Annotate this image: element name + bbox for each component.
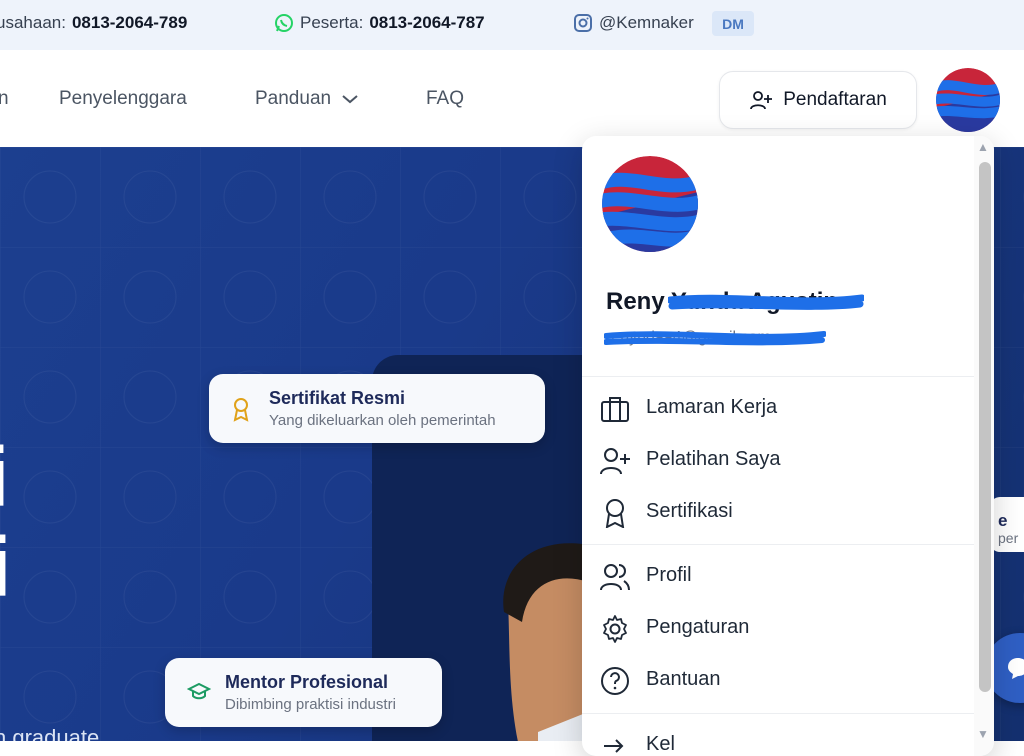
hero-subtitle-partial: h graduate bbox=[0, 725, 100, 741]
feature-card-partial-title: e bbox=[998, 511, 1008, 530]
feature-card-title: Sertifikat Resmi bbox=[269, 388, 406, 408]
feature-card-certificate: Sertifikat Resmi Yang dikeluarkan oleh p… bbox=[209, 374, 545, 443]
briefcase-icon bbox=[600, 394, 630, 424]
scroll-down-arrow-icon[interactable]: ▼ bbox=[977, 727, 989, 741]
nav-link-panduan-label: Panduan bbox=[255, 88, 332, 109]
menu-item-pelatihan-saya[interactable]: Pelatihan Saya bbox=[582, 435, 974, 485]
register-button-label: Pendaftaran bbox=[783, 89, 887, 110]
dm-badge[interactable]: DM bbox=[712, 11, 754, 36]
user-menu-dropdown: Reny Yunda Agustin renyndaa4@gmail.com L… bbox=[582, 136, 994, 756]
menu-item-label: Profil bbox=[646, 564, 692, 586]
chat-icon bbox=[1005, 655, 1024, 681]
menu-item-label: Pelatihan Saya bbox=[646, 448, 781, 470]
participant-phone-prefix: Peserta: bbox=[300, 13, 364, 32]
award-icon bbox=[231, 396, 251, 422]
menu-divider bbox=[582, 544, 974, 545]
email-redaction-scribble bbox=[604, 331, 826, 346]
contact-bar: usahaan: 0813-2064-789 Peserta: 0813-206… bbox=[0, 0, 1024, 51]
logout-arrow-icon bbox=[600, 731, 630, 756]
user-menu-avatar bbox=[602, 156, 698, 252]
whatsapp-icon bbox=[274, 13, 294, 33]
chevron-down-icon bbox=[341, 93, 359, 105]
name-redaction-scribble bbox=[668, 294, 864, 310]
person-photo bbox=[503, 543, 588, 741]
participant-phone[interactable]: Peserta: 0813-2064-787 bbox=[274, 13, 485, 33]
menu-item-label: Sertifikasi bbox=[646, 500, 733, 522]
feature-card-subtitle: Yang dikeluarkan oleh pemerintah bbox=[269, 412, 496, 429]
menu-item-profil[interactable]: Profil bbox=[582, 551, 974, 601]
instagram-icon bbox=[573, 13, 593, 33]
feature-card-partial-subtitle: per bbox=[998, 530, 1019, 546]
menu-item-pengaturan[interactable]: Pengaturan bbox=[582, 603, 974, 653]
award-icon bbox=[600, 498, 630, 528]
nav-link-faq[interactable]: FAQ bbox=[426, 88, 464, 110]
nav-link-partial[interactable]: n bbox=[0, 88, 9, 110]
instagram-link[interactable]: @Kemnaker bbox=[573, 13, 694, 33]
company-phone[interactable]: usahaan: 0813-2064-789 bbox=[0, 13, 187, 33]
gear-icon bbox=[600, 614, 630, 644]
user-plus-icon bbox=[600, 446, 630, 476]
company-phone-number: 0813-2064-789 bbox=[71, 13, 188, 32]
feature-card-title: Mentor Profesional bbox=[225, 672, 389, 692]
menu-divider bbox=[582, 713, 974, 714]
feature-card-subtitle: Dibimbing praktisi industri bbox=[225, 696, 396, 713]
menu-item-bantuan[interactable]: Bantuan bbox=[582, 655, 974, 705]
nav-link-penyelenggara[interactable]: Penyelenggara bbox=[59, 88, 187, 110]
menu-divider bbox=[582, 376, 974, 377]
menu-item-logout[interactable]: Kel bbox=[582, 720, 974, 756]
menu-item-sertifikasi[interactable]: Sertifikasi bbox=[582, 487, 974, 537]
menu-item-label: Pengaturan bbox=[646, 616, 750, 638]
company-phone-prefix: usahaan: bbox=[0, 13, 66, 32]
menu-item-lamaran-kerja[interactable]: Lamaran Kerja bbox=[582, 383, 974, 433]
menu-scrollbar-thumb[interactable] bbox=[979, 162, 991, 692]
menu-item-label: Kel bbox=[646, 733, 675, 755]
feature-card-partial: e per bbox=[990, 497, 1024, 552]
hero-headline-glyph-2: i bbox=[0, 519, 11, 616]
participant-phone-number: 0813-2064-787 bbox=[369, 13, 485, 32]
feature-card-mentor: Mentor Profesional Dibimbing praktisi in… bbox=[165, 658, 442, 727]
instagram-handle: @Kemnaker bbox=[599, 13, 694, 32]
help-circle-icon bbox=[600, 666, 630, 696]
user-avatar-button[interactable] bbox=[936, 68, 1000, 132]
users-icon bbox=[600, 562, 630, 592]
hero-headline-glyph-1: i bbox=[0, 429, 9, 526]
menu-item-label: Bantuan bbox=[646, 668, 721, 690]
scroll-up-arrow-icon[interactable]: ▲ bbox=[977, 140, 989, 154]
user-plus-icon bbox=[749, 89, 773, 111]
nav-link-panduan[interactable]: Panduan bbox=[255, 88, 359, 110]
graduation-cap-icon bbox=[187, 682, 211, 702]
register-button[interactable]: Pendaftaran bbox=[719, 71, 917, 129]
menu-item-label: Lamaran Kerja bbox=[646, 396, 778, 418]
